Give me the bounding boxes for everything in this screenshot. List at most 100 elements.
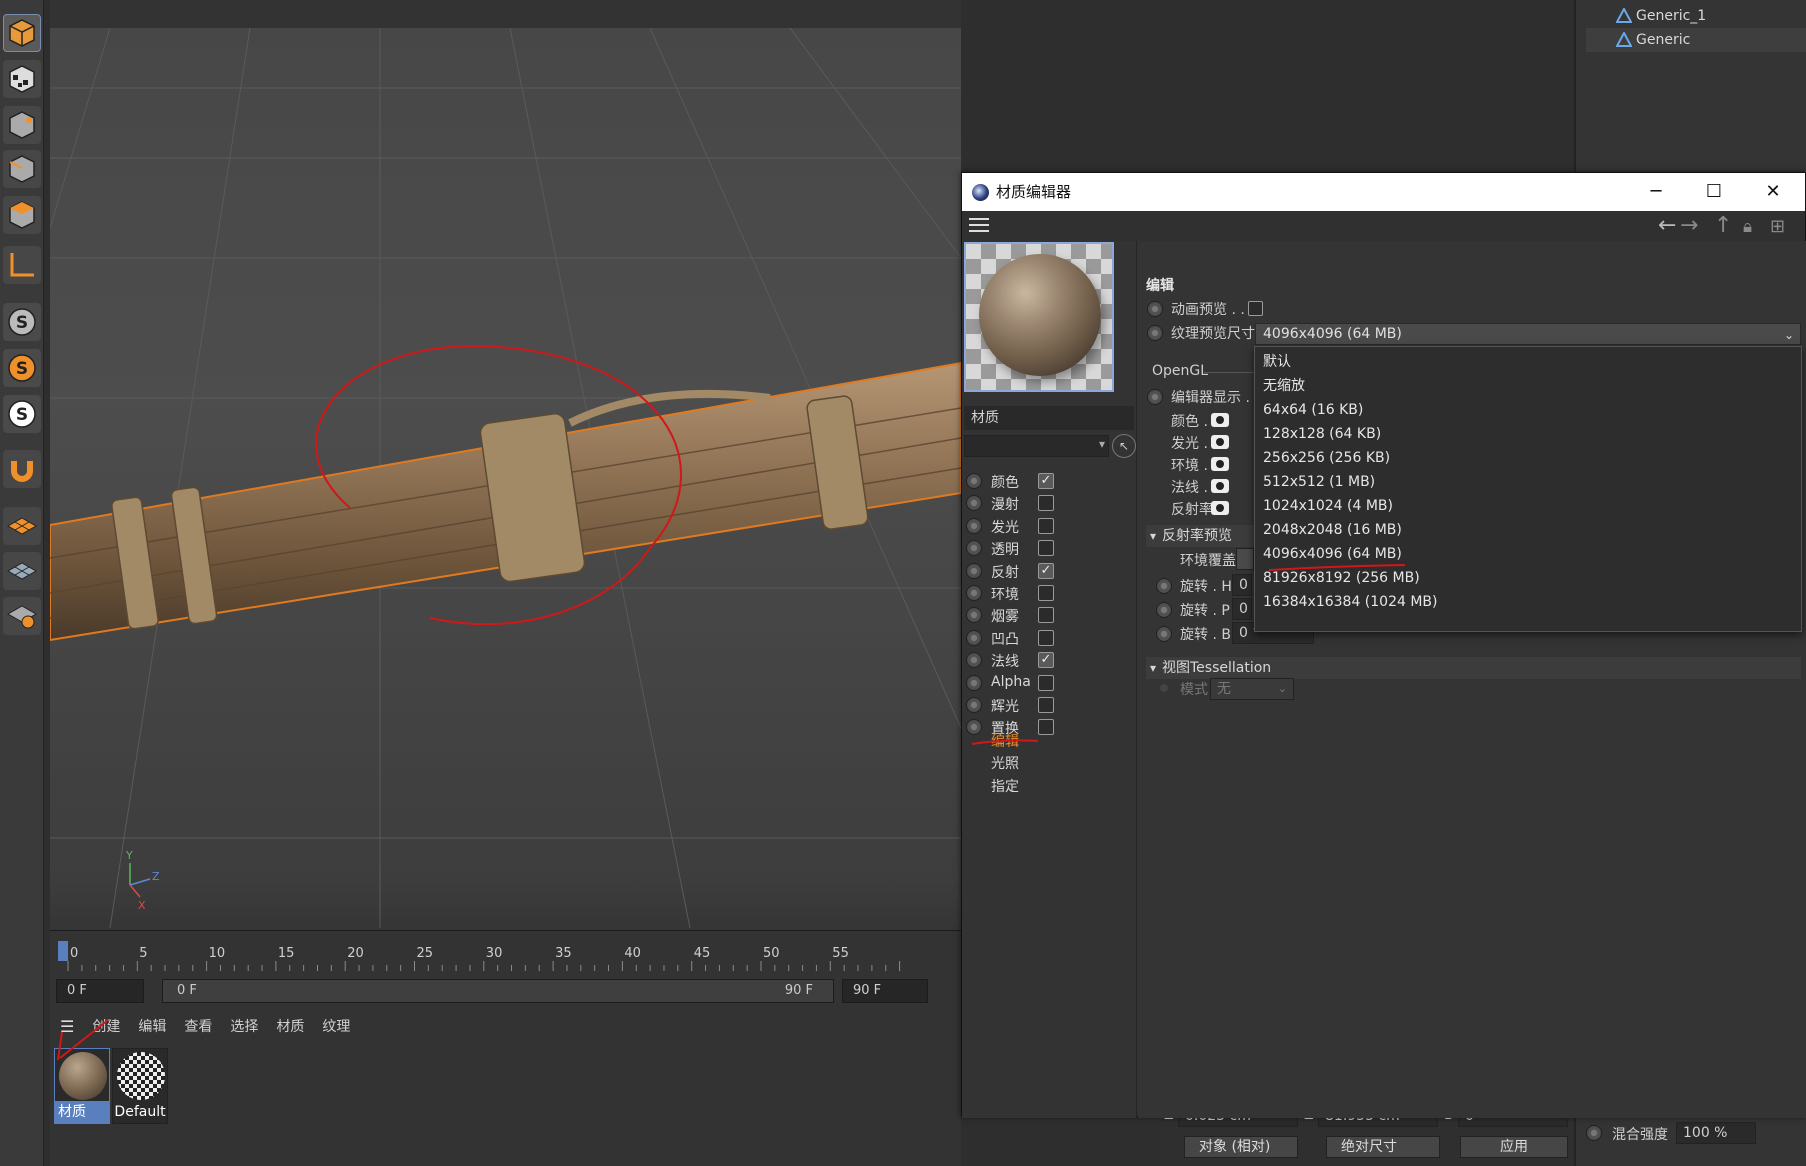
dropdown-option[interactable]: 默认 [1263, 350, 1291, 374]
blend-radio[interactable] [1586, 1125, 1602, 1141]
menu-select[interactable]: 选择 [230, 1016, 258, 1036]
material-preview[interactable] [964, 242, 1114, 392]
channel-radio[interactable] [966, 473, 982, 489]
mode-select[interactable]: 无 ⌄ [1210, 678, 1294, 700]
menu-view[interactable]: 查看 [184, 1016, 212, 1036]
up-arrow-icon[interactable]: ↑ [1714, 213, 1732, 238]
dropdown-option[interactable]: 4096x4096 (64 MB) [1263, 542, 1402, 566]
model-mode-icon[interactable] [3, 14, 41, 52]
channel-radio[interactable] [966, 585, 982, 601]
texture-mode-icon[interactable] [3, 60, 41, 98]
anim-preview-checkbox[interactable] [1248, 301, 1263, 316]
eye-icon[interactable] [1211, 413, 1229, 427]
workplane-icon[interactable] [3, 507, 41, 545]
snap-active-icon[interactable]: S [3, 349, 41, 387]
rotation-radio[interactable] [1156, 578, 1172, 594]
reflectance-preview-header[interactable]: 反射率预览 [1146, 525, 1254, 547]
snap-icon[interactable]: S [3, 303, 41, 341]
eye-icon[interactable] [1211, 435, 1229, 449]
locked-plane-icon[interactable] [3, 597, 41, 635]
material-name-field[interactable]: 材质 [964, 406, 1134, 430]
rotation-field[interactable]: 0 [1232, 574, 1252, 596]
channel-radio[interactable] [966, 562, 982, 579]
back-arrow-icon[interactable]: ← [1658, 213, 1676, 238]
dropdown-option[interactable]: 512x512 (1 MB) [1263, 470, 1375, 494]
channel-row[interactable]: 环境 [962, 581, 1137, 606]
mode-radio[interactable] [1160, 684, 1168, 692]
dropdown-option[interactable]: 128x128 (64 KB) [1263, 422, 1381, 446]
channel-radio[interactable] [966, 540, 982, 557]
channel-row[interactable]: 透明 [962, 536, 1137, 561]
end-frame-field[interactable]: 90 F [842, 979, 928, 1003]
object-row-generic-1[interactable]: Generic_1 [1586, 4, 1806, 28]
dropdown-option[interactable]: 16384x16384 (1024 MB) [1263, 590, 1438, 614]
channel-row[interactable]: Alpha [962, 671, 1137, 696]
dropdown-option[interactable]: 2048x2048 (16 MB) [1263, 518, 1402, 542]
channel-radio[interactable] [966, 517, 982, 534]
channel-row[interactable]: 反射 ✓ [962, 559, 1137, 584]
grid-plane-icon[interactable] [3, 552, 41, 590]
editor-display-radio[interactable] [1147, 389, 1163, 405]
anim-preview-radio[interactable] [1147, 301, 1163, 317]
channel-radio[interactable] [966, 674, 982, 691]
channel-radio[interactable] [966, 607, 982, 624]
dropdown-option[interactable]: 1024x1024 (4 MB) [1263, 494, 1393, 518]
channel-row[interactable]: 颜色 ✓ [962, 469, 1137, 494]
channel-row[interactable]: 发光 [962, 514, 1137, 539]
dropdown-option[interactable]: 64x64 (16 KB) [1263, 398, 1363, 422]
channel-radio[interactable] [966, 719, 982, 736]
size-mode-select[interactable]: 绝对尺寸 [1326, 1136, 1440, 1158]
eye-icon[interactable] [1211, 457, 1229, 471]
channel-row[interactable]: 凹凸 [962, 626, 1137, 651]
channel-radio[interactable] [966, 697, 982, 713]
rotation-field[interactable]: 0 [1232, 598, 1252, 620]
channel-checkbox[interactable] [1038, 495, 1054, 512]
channel-checkbox[interactable] [1038, 585, 1054, 601]
channel-checkbox[interactable] [1038, 697, 1054, 713]
timeline-ruler[interactable]: 0 5 10 15 20 25 30 35 40 45 50 55 [50, 935, 961, 975]
eye-icon[interactable] [1211, 479, 1229, 493]
channel-checkbox[interactable] [1038, 719, 1054, 736]
polygon-mode-icon[interactable] [3, 196, 41, 234]
dropdown-option[interactable]: 81926x8192 (256 MB) [1263, 566, 1420, 590]
snap-settings-icon[interactable]: S [3, 395, 41, 433]
rotation-radio[interactable] [1156, 602, 1172, 618]
subnav-item[interactable]: 指定 [991, 776, 1019, 796]
channel-checkbox[interactable] [1038, 540, 1054, 557]
menu-texture[interactable]: 纹理 [322, 1016, 350, 1036]
object-row-generic[interactable]: Generic [1586, 28, 1806, 52]
coord-mode-select[interactable]: 对象 (相对) [1184, 1136, 1298, 1158]
apply-button[interactable]: 应用 [1460, 1136, 1568, 1158]
channel-checkbox[interactable] [1038, 607, 1054, 624]
channel-checkbox[interactable] [1038, 674, 1054, 691]
axis-tool-icon[interactable] [3, 246, 41, 284]
frame-range-bar[interactable]: 0 F 90 F [162, 979, 834, 1003]
menu-material[interactable]: 材质 [276, 1016, 304, 1036]
texture-preview-radio[interactable] [1147, 325, 1163, 341]
subnav-item[interactable]: 光照 [991, 753, 1019, 773]
rotation-radio[interactable] [1156, 626, 1172, 642]
channel-checkbox[interactable] [1038, 517, 1054, 534]
channel-row[interactable]: 法线 ✓ [962, 648, 1137, 673]
forward-arrow-icon[interactable]: → [1680, 213, 1698, 238]
window-titlebar[interactable]: 材质编辑器 ─ ☐ ✕ [962, 173, 1805, 211]
close-icon[interactable]: ✕ [1744, 173, 1802, 211]
channel-checkbox[interactable]: ✓ [1038, 473, 1054, 489]
env-override-select[interactable] [1236, 548, 1254, 570]
material-dropdown[interactable]: ▾ [964, 435, 1109, 457]
maximize-icon[interactable]: ☐ [1685, 173, 1743, 211]
lock-icon[interactable]: 🔒︎ [1743, 217, 1752, 237]
channel-row[interactable]: 烟雾 [962, 603, 1137, 628]
channel-checkbox[interactable]: ✓ [1038, 652, 1054, 669]
channel-checkbox[interactable]: ✓ [1038, 562, 1054, 579]
channel-radio[interactable] [966, 495, 982, 512]
channel-radio[interactable] [966, 652, 982, 669]
channel-radio[interactable] [966, 629, 982, 646]
point-mode-icon[interactable] [3, 106, 41, 144]
playhead[interactable] [58, 941, 68, 961]
tessellation-header[interactable]: 视图Tessellation [1146, 657, 1801, 679]
blend-field[interactable]: 100 % [1676, 1122, 1756, 1144]
current-frame-field[interactable]: 0 F [56, 979, 144, 1003]
channel-row[interactable]: 漫射 [962, 491, 1137, 516]
dropdown-option[interactable]: 256x256 (256 KB) [1263, 446, 1390, 470]
